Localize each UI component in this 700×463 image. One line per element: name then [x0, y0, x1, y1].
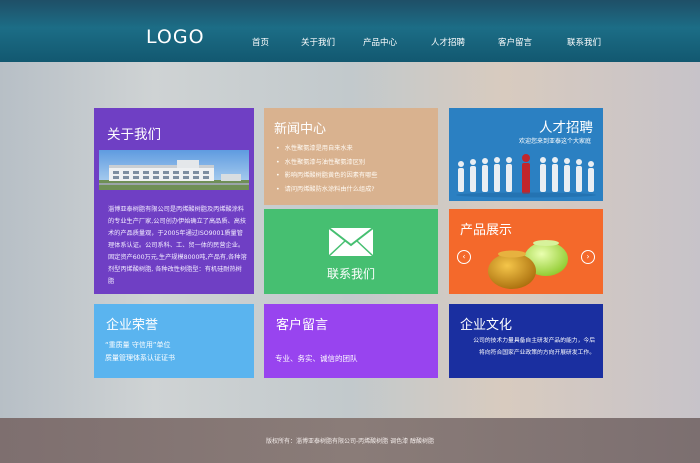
- nav-item-home[interactable]: 首页: [252, 36, 269, 48]
- culture-tile[interactable]: 企业文化 公司的技术力量具备自主研发产品的能力，今后将向符合国家产业政策的方向开…: [449, 304, 603, 378]
- honor-list: “重质量 守信用”单位 质量管理体系认证证书: [105, 339, 175, 365]
- honor-item: “重质量 守信用”单位: [105, 341, 171, 349]
- jobs-title: 人才招聘: [539, 120, 593, 136]
- site-footer: 版权所有：淄博亚泰树脂有限公司-丙烯酸树脂 调色漆 醇酸树脂: [0, 418, 700, 463]
- main-nav: 首页 关于我们 产品中心 人才招聘 客户留言 联系我们: [0, 36, 700, 50]
- company-building-image: [99, 150, 249, 190]
- contact-tile[interactable]: 联系我们: [264, 209, 438, 294]
- envelope-icon: [328, 227, 374, 257]
- honor-item: 质量管理体系认证证书: [105, 354, 175, 362]
- news-title: 新闻中心: [274, 122, 327, 137]
- culture-title: 企业文化: [460, 318, 513, 333]
- news-tile[interactable]: 新闻中心 水性聚氨漆是用自来水来 水性聚氨漆与油性聚氨漆区别 影响丙烯酸树脂黄色…: [264, 108, 438, 205]
- news-list: 水性聚氨漆是用自来水来 水性聚氨漆与油性聚氨漆区别 影响丙烯酸树脂黄色的因素有哪…: [276, 142, 378, 197]
- nav-item-products[interactable]: 产品中心: [363, 36, 397, 48]
- contact-label: 联系我们: [326, 267, 375, 281]
- nav-item-about[interactable]: 关于我们: [301, 36, 335, 48]
- nav-item-contact[interactable]: 联系我们: [567, 36, 601, 48]
- message-tile[interactable]: 客户留言 专业、务实、诚信的团队: [264, 304, 438, 378]
- news-item[interactable]: 水性聚氨漆与油性聚氨漆区别: [276, 156, 377, 170]
- jobs-tile[interactable]: 人才招聘 欢迎您来到亚泰这个大家庭: [449, 108, 603, 201]
- news-item[interactable]: 影响丙烯酸树脂黄色的因素有哪些: [276, 169, 378, 183]
- copyright-text: 版权所有：淄博亚泰树脂有限公司-丙烯酸树脂 调色漆 醇酸树脂: [266, 438, 434, 445]
- products-next-button[interactable]: ›: [581, 250, 595, 264]
- about-description: 淄博亚泰树脂有限公司是丙烯酸树脂及丙烯酸涂料的专业生产厂家,公司创办伊始确立了高…: [108, 206, 247, 285]
- honor-tile[interactable]: 企业荣誉 “重质量 守信用”单位 质量管理体系认证证书: [94, 304, 254, 378]
- message-title: 客户留言: [276, 318, 329, 333]
- nav-item-messages[interactable]: 客户留言: [498, 36, 532, 48]
- message-description: 专业、务实、诚信的团队: [275, 354, 358, 363]
- about-title: 关于我们: [107, 127, 161, 143]
- culture-description: 公司的技术力量具备自主研发产品的能力，今后将向符合国家产业政策的方向开展研发工作…: [473, 338, 595, 356]
- nav-item-jobs[interactable]: 人才招聘: [431, 36, 465, 48]
- products-prev-button[interactable]: ‹: [457, 250, 471, 264]
- products-tile[interactable]: 产品展示 ‹ ›: [449, 209, 603, 294]
- news-item[interactable]: 水性聚氨漆是用自来水来: [276, 142, 377, 156]
- site-header: LOGO 首页 关于我们 产品中心 人才招聘 客户留言 联系我们: [0, 0, 700, 62]
- people-icon: [456, 154, 596, 198]
- about-tile[interactable]: 关于我们 淄博亚泰树脂有限公司是丙烯酸树脂及丙烯酸涂料的专业生产厂家,公司创办伊…: [94, 108, 254, 294]
- jobs-subtitle: 欢迎您来到亚泰这个大家庭: [518, 138, 591, 145]
- product-jars-image: [488, 240, 568, 289]
- news-item[interactable]: 请问丙烯酸防水涂料由什么组成?: [276, 183, 377, 197]
- honor-title: 企业荣誉: [106, 318, 159, 333]
